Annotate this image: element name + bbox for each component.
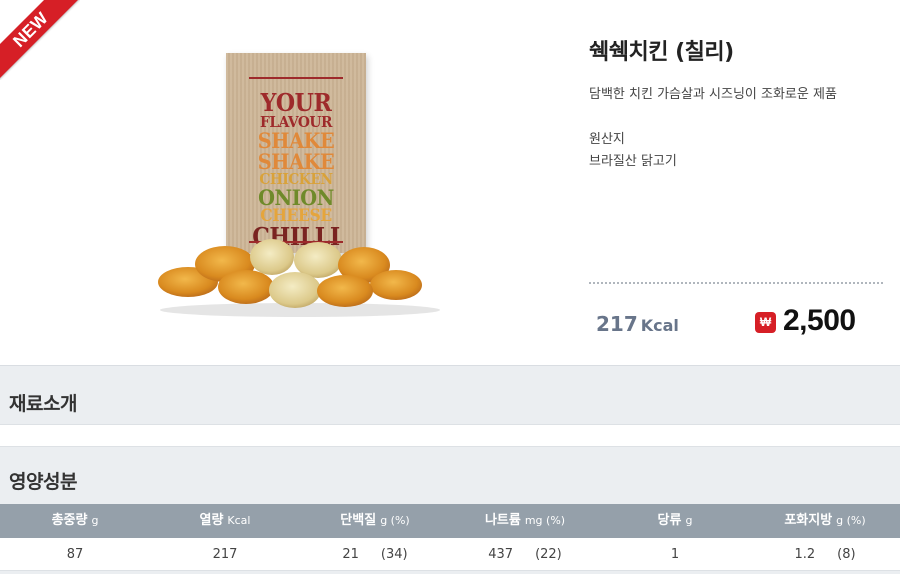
calorie-unit: Kcal	[640, 316, 679, 335]
header-calories: 열량 Kcal	[199, 513, 251, 528]
package-band-top	[249, 77, 343, 79]
package-line-4: SHAKE	[257, 149, 335, 174]
header-sugar: 당류 g	[657, 513, 693, 528]
ingredients-box	[0, 424, 900, 447]
package-line-6: ONION	[258, 185, 334, 210]
value-saturated-fat: 1.2 (8)	[794, 547, 856, 562]
new-ribbon: NEW	[0, 0, 80, 80]
nutrition-table-header: 총중량 g 열량 Kcal 단백질 g (%) 나트륨 mg (%) 당류 g 포화지방 g…	[0, 504, 900, 538]
value-calories: 217	[212, 547, 238, 562]
nuggets-illustration	[158, 239, 440, 317]
package-line-1: YOUR	[260, 88, 332, 117]
new-badge: NEW	[0, 0, 80, 80]
value-total-weight: 87	[66, 547, 84, 562]
value-sodium: 437 (22)	[488, 547, 562, 562]
won-icon: ₩	[755, 312, 776, 333]
nutrition-section-title: 영양성분	[9, 471, 77, 493]
origin-value: 브라질산 닭고기	[589, 154, 677, 169]
nutrition-table-row: 87 217 21 (34) 437 (22) 1 1.2 (8)	[0, 538, 900, 571]
calorie-info: 217 Kcal	[596, 312, 679, 336]
price: 2,500	[783, 304, 856, 337]
calorie-value: 217	[596, 312, 638, 336]
product-title: 쉑쉑치킨 (칠리)	[589, 40, 734, 65]
package-text: YOUR FLAVOUR SHAKE SHAKE CHICKEN ONION CHEESE C…	[226, 91, 366, 249]
value-sugar: 1	[670, 547, 680, 562]
package-line-3: SHAKE	[257, 128, 335, 153]
ingredients-section-title: 재료소개	[9, 393, 77, 415]
product-description: 담백한 치킨 가슴살과 시즈닝이 조화로운 제품	[589, 87, 837, 102]
product-card: NEW YOUR FLAVOUR SHAKE SHAKE CHICKEN ONION CHE…	[0, 0, 900, 366]
header-total-weight: 총중량 g	[51, 513, 99, 528]
header-sodium: 나트륨 mg (%)	[484, 513, 566, 528]
product-image: YOUR FLAVOUR SHAKE SHAKE CHICKEN ONION CHEESE C…	[150, 45, 450, 320]
package-image: YOUR FLAVOUR SHAKE SHAKE CHICKEN ONION CHEESE C…	[226, 53, 366, 253]
header-saturated-fat: 포화지방 g (%)	[784, 513, 866, 528]
value-protein: 21 (34)	[342, 547, 408, 562]
origin-label: 원산지	[589, 132, 625, 147]
header-protein: 단백질 g (%)	[340, 513, 410, 528]
dotted-divider	[589, 282, 883, 284]
